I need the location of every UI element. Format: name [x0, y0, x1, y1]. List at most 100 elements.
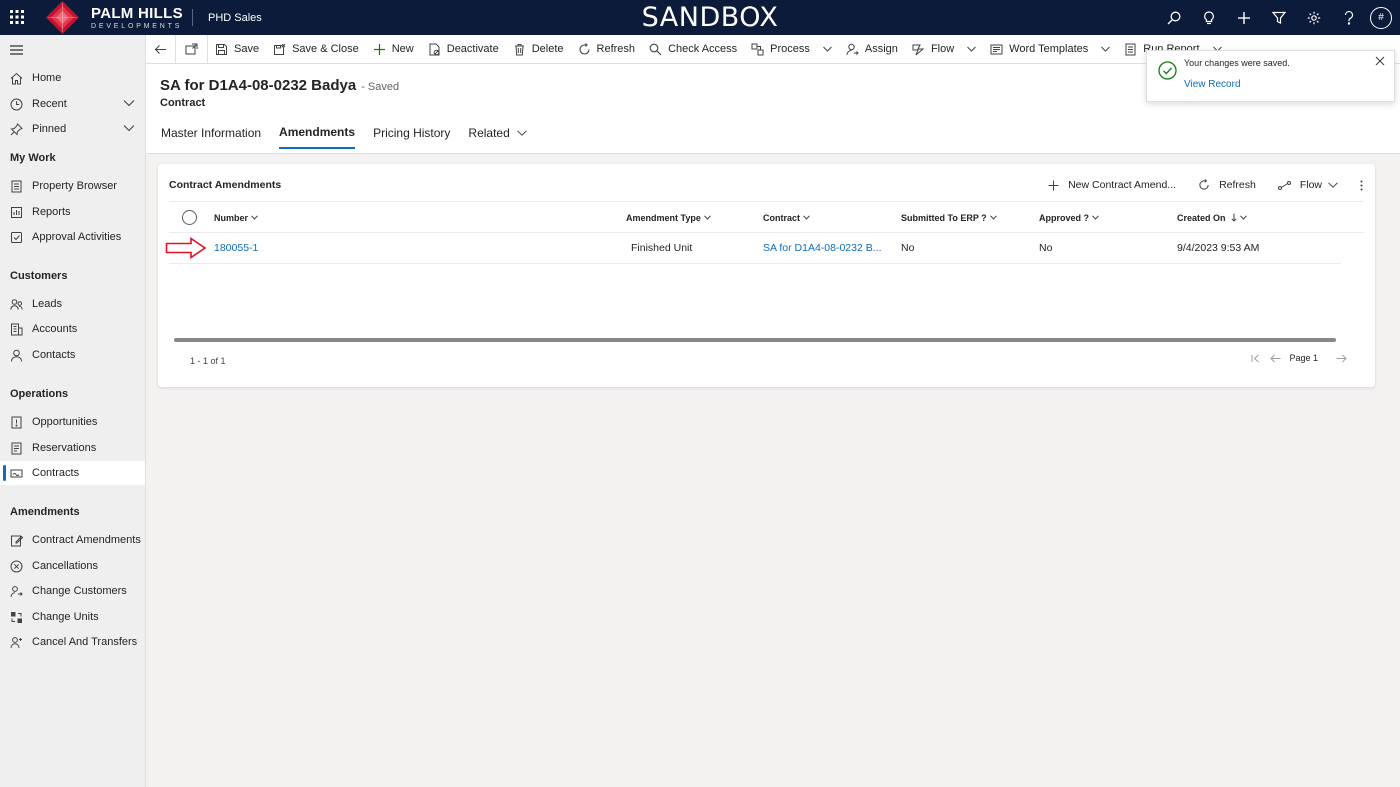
report-icon [1125, 43, 1136, 55]
save-label: Save [234, 43, 260, 55]
sidebar-item-change-customers[interactable]: Change Customers [0, 579, 145, 603]
column-header-number[interactable]: Number [214, 202, 258, 233]
new-button[interactable]: New [366, 35, 421, 64]
assign-button[interactable]: Assign [839, 35, 905, 64]
sidebar-item-reservations[interactable]: Reservations [0, 436, 145, 460]
sidebar-item-home[interactable]: Home [0, 66, 145, 90]
hamburger-menu-icon[interactable] [10, 45, 23, 55]
chevron-down-icon [989, 215, 997, 220]
deactivate-button[interactable]: Deactivate [421, 35, 506, 64]
toast-message: Your changes were saved. [1184, 58, 1290, 68]
subgrid-flow-label: Flow [1299, 179, 1322, 191]
sidebar-item-label: Home [32, 72, 62, 84]
flow-dropdown[interactable]: Flow [905, 35, 983, 64]
process-label: Process [770, 43, 810, 55]
settings-gear-icon[interactable] [1296, 0, 1331, 35]
table-row[interactable]: 180055-1 Finished Unit SA for D1A4-08-02… [169, 233, 1341, 264]
subgrid-flow-dropdown[interactable]: Flow [1277, 179, 1338, 191]
sidebar-item-change-units[interactable]: Change Units [0, 605, 145, 629]
column-label: Number [214, 212, 249, 223]
pin-icon [10, 122, 23, 136]
browser-icon [11, 180, 22, 192]
help-icon[interactable] [1331, 0, 1366, 35]
save-and-close-button[interactable]: Save & Close [266, 35, 366, 64]
chevron-down-icon[interactable] [123, 99, 135, 107]
column-header-created-on[interactable]: Created On [1177, 202, 1247, 233]
grid-header-row: Number Amendment Type Contract Submitted… [169, 201, 1364, 233]
sidebar-item-contract-amendments[interactable]: Contract Amendments [0, 528, 145, 552]
check-access-button[interactable]: Check Access [642, 35, 744, 64]
sidebar-item-cancel-and-transfers[interactable]: Cancel And Transfers [0, 630, 145, 654]
column-header-submitted-to-erp[interactable]: Submitted To ERP ? [901, 202, 997, 233]
sidebar-item-approval-activities[interactable]: Approval Activities [0, 225, 145, 249]
contract-lookup-link[interactable]: SA for D1A4-08-0232 B... [763, 233, 881, 263]
tab-master-information[interactable]: Master Information [161, 125, 261, 149]
top-nav-bar: PALM HILLS DEVELOPMENTS PHD Sales SANDBO… [0, 0, 1400, 35]
subgrid-refresh-button[interactable]: Refresh [1198, 179, 1256, 191]
column-header-approved[interactable]: Approved ? [1039, 202, 1099, 233]
sidebar-item-label: Recent [32, 98, 67, 110]
new-contract-amendment-button[interactable]: New Contract Amend... [1048, 179, 1176, 191]
next-page-icon[interactable] [1336, 354, 1347, 363]
view-record-link[interactable]: View Record [1184, 79, 1241, 90]
subgrid-refresh-label: Refresh [1219, 179, 1256, 191]
report-icon [11, 206, 22, 218]
save-button[interactable]: Save [208, 35, 266, 64]
back-button[interactable] [146, 35, 175, 64]
refresh-button[interactable]: Refresh [571, 35, 643, 64]
sidebar-item-recent[interactable]: Recent [0, 92, 145, 116]
column-label: Submitted To ERP ? [901, 212, 987, 223]
previous-page-icon[interactable] [1270, 354, 1281, 363]
sidebar-item-leads[interactable]: Leads [0, 292, 145, 316]
word-templates-dropdown[interactable]: Word Templates [983, 35, 1117, 64]
sidebar-section-operations: Operations [10, 388, 69, 400]
sidebar-item-opportunities[interactable]: Opportunities [0, 410, 145, 434]
amendment-number-link[interactable]: 180055-1 [214, 233, 258, 263]
refresh-label: Refresh [596, 43, 636, 55]
more-commands-icon[interactable] [1360, 180, 1363, 191]
column-label: Contract [763, 212, 801, 223]
tab-related-label: Related [468, 126, 510, 140]
sidebar-item-label: Contacts [32, 349, 76, 361]
user-avatar[interactable]: # [1370, 6, 1392, 29]
first-page-icon[interactable] [1251, 354, 1260, 363]
created-on-cell: 9/4/2023 9:53 AM [1177, 242, 1260, 254]
record-title-row: SA for D1A4-08-0232 Badya - Saved [160, 77, 399, 94]
tab-related[interactable]: Related [468, 125, 527, 149]
sidebar-item-pinned[interactable]: Pinned [0, 117, 145, 141]
flow-icon [1277, 180, 1291, 190]
open-new-window-button[interactable] [176, 35, 207, 64]
search-icon[interactable] [1156, 0, 1191, 35]
flow-icon [912, 44, 925, 55]
sidebar-item-property-browser[interactable]: Property Browser [0, 174, 145, 198]
approval-icon [11, 231, 22, 243]
sidebar-item-reports[interactable]: Reports [0, 200, 145, 224]
plus-icon[interactable] [1226, 0, 1261, 35]
tab-pricing-history[interactable]: Pricing History [373, 125, 450, 149]
tab-amendments[interactable]: Amendments [279, 125, 356, 149]
lightbulb-icon[interactable] [1191, 0, 1226, 35]
column-label: Approved ? [1039, 212, 1090, 223]
sidebar-item-cancellations[interactable]: Cancellations [0, 554, 145, 578]
chevron-down-icon[interactable] [123, 124, 135, 132]
record-entity-type: Contract [160, 97, 206, 109]
sidebar-item-label: Change Units [32, 611, 99, 623]
submitted-to-erp-cell: No [901, 242, 915, 254]
filter-icon[interactable] [1261, 0, 1296, 35]
record-title: SA for D1A4-08-0232 Badya [160, 77, 357, 94]
refresh-icon [578, 42, 590, 55]
sidebar-item-contracts[interactable]: Contracts [0, 461, 145, 485]
sidebar-item-accounts[interactable]: Accounts [0, 317, 145, 341]
opportunity-icon [11, 416, 22, 428]
horizontal-scrollbar[interactable] [174, 338, 1336, 342]
column-header-amendment-type[interactable]: Amendment Type [626, 202, 711, 233]
save-status: - Saved [361, 81, 400, 93]
column-header-contract[interactable]: Contract [763, 202, 810, 233]
delete-button[interactable]: Delete [506, 35, 571, 64]
process-dropdown[interactable]: Process [744, 35, 839, 64]
sidebar-item-contacts[interactable]: Contacts [0, 343, 145, 367]
close-icon[interactable] [1375, 56, 1385, 66]
topbar-actions: # [1156, 0, 1392, 35]
save-close-icon [274, 43, 286, 55]
select-all-checkbox[interactable] [182, 210, 197, 225]
